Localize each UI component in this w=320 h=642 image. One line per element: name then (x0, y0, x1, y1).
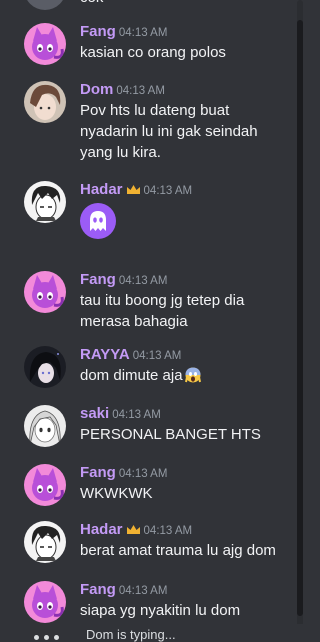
message-timestamp[interactable]: 04:13 AM (133, 350, 182, 362)
typing-dot (34, 635, 39, 640)
author-name[interactable]: saki (80, 405, 109, 422)
manga-boy-avatar[interactable] (24, 181, 66, 223)
pink-cat-avatar[interactable] (24, 23, 66, 65)
message-timestamp[interactable]: 04:13 AM (112, 409, 161, 421)
message-text: merasa bahagia (80, 313, 188, 330)
purple-ghost-emoji[interactable] (80, 203, 116, 244)
pink-cat-avatar[interactable] (24, 271, 66, 313)
message-header: Fang 04:13 AM (80, 270, 167, 290)
author-name[interactable]: Fang (80, 271, 116, 288)
author-name[interactable]: Dom (80, 81, 113, 98)
message-header: saki 04:13 AM (80, 404, 161, 424)
message-text: yang lu kira. (80, 144, 161, 161)
message-text: Pov hts lu dateng buat (80, 102, 230, 119)
message-text-line: tau itu boong jg tetep dia (80, 291, 244, 311)
typing-dot (54, 635, 59, 640)
message-timestamp[interactable]: 04:13 AM (119, 27, 168, 39)
message-header: RAYYA 04:13 AM (80, 345, 181, 365)
author-name[interactable]: Fang (80, 23, 116, 40)
manga-boy-avatar[interactable] (24, 521, 66, 563)
message-text: WKWKWK (80, 485, 153, 502)
message-text: siapa yg nyakitin lu dom (80, 602, 241, 619)
chat-message-list[interactable]: cok Fang04:13 AMkasian co orang polosDom… (0, 0, 296, 640)
message-header: Dom 04:13 AM (80, 80, 165, 100)
message-text: tau itu boong jg tetep dia (80, 292, 245, 309)
message-text: PERSONAL BANGET HTS (80, 426, 261, 443)
message-text-line: Pov hts lu dateng buat (80, 101, 229, 121)
message-text: nyadarin lu ini gak seindah (80, 123, 258, 140)
typing-dot (44, 635, 49, 640)
message-header: Fang 04:13 AM (80, 580, 167, 600)
message-text-line: WKWKWK (80, 484, 153, 504)
crown-icon (126, 182, 141, 202)
message-timestamp[interactable]: 04:13 AM (119, 468, 168, 480)
message-text: kasian co orang polos (80, 44, 226, 61)
scrollbar-thumb[interactable] (297, 20, 303, 616)
message-text-line: nyadarin lu ini gak seindah (80, 122, 258, 142)
message-text-line: kasian co orang polos (80, 43, 226, 63)
message-header: Fang 04:13 AM (80, 22, 167, 42)
message-text: dom dimute aja (80, 367, 183, 384)
message-text-line: berat amat trauma lu ajg dom (80, 541, 276, 561)
screaming-face-emoji[interactable] (184, 367, 201, 383)
author-name[interactable]: RAYYA (80, 346, 130, 363)
message-text-line: PERSONAL BANGET HTS (80, 425, 261, 445)
author-name[interactable]: Hadar (80, 521, 123, 538)
message-header: Hadar 04:13 AM (80, 520, 192, 540)
message-timestamp[interactable]: 04:13 AM (119, 585, 168, 597)
author-name[interactable]: Hadar (80, 181, 123, 198)
dark-hair-avatar[interactable] (24, 346, 66, 388)
message-header: Hadar 04:13 AM (80, 180, 192, 200)
message-timestamp[interactable]: 04:13 AM (119, 275, 168, 287)
message-text-line: merasa bahagia (80, 312, 188, 332)
message-header: Fang 04:13 AM (80, 463, 167, 483)
partial-avatar[interactable] (24, 0, 66, 10)
pink-cat-avatar[interactable] (24, 464, 66, 506)
author-name[interactable]: Fang (80, 581, 116, 598)
manga-girl-avatar[interactable] (24, 405, 66, 447)
message-text-line: siapa yg nyakitin lu dom (80, 601, 240, 621)
message-timestamp[interactable]: 04:13 AM (144, 185, 193, 197)
message-text-line: dom dimute aja (80, 366, 201, 386)
message-timestamp[interactable]: 04:13 AM (116, 85, 165, 97)
message-text: berat amat trauma lu ajg dom (80, 542, 276, 559)
author-name[interactable]: Fang (80, 464, 116, 481)
message-text-line: yang lu kira. (80, 143, 161, 163)
crown-icon (126, 522, 141, 542)
partial-message-text: cok (80, 0, 103, 8)
anime-boy-avatar[interactable] (24, 81, 66, 123)
message-timestamp[interactable]: 04:13 AM (144, 525, 193, 537)
pink-cat-avatar[interactable] (24, 581, 66, 623)
